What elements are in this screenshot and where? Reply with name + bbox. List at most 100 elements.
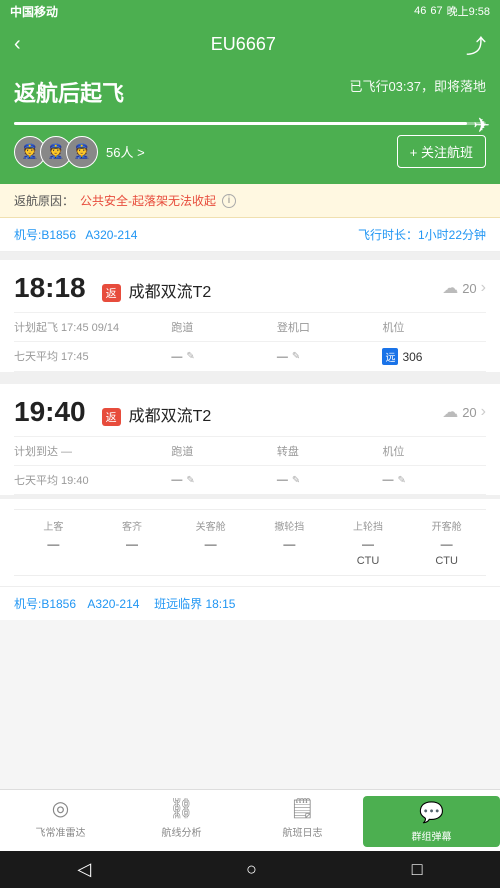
ops-full: 客齐 — — [93, 518, 172, 567]
ops-wheel-off-value: — — [250, 537, 329, 551]
runway-dep: — ✎ — [171, 348, 275, 365]
runway-edit-arr[interactable]: ✎ — [186, 475, 194, 486]
ops-open-cabin-value: — — [407, 537, 486, 551]
share-button[interactable]: ⤴ — [466, 30, 486, 59]
flight-duration: 飞行时长：1小时22分钟 — [358, 226, 486, 243]
people-count[interactable]: 56人 > — [106, 142, 145, 161]
android-back[interactable]: ◁ — [77, 859, 91, 880]
carrier-label: 中国移动 — [10, 3, 58, 20]
return-reason-value: 公共安全-起落架无法收起 — [80, 192, 216, 209]
plane-icon: ✈ — [473, 113, 490, 138]
avatar-3: 👮 — [66, 136, 98, 168]
arrival-badge: 返 — [102, 408, 121, 426]
scheduled-departure-label: 计划起飞 17:45 09/14 — [14, 319, 169, 335]
page-title: EU6667 — [211, 34, 276, 55]
scheduled-arrival-label: 计划到达 — — [14, 443, 169, 459]
ops-close-cabin-value: — — [171, 537, 250, 551]
nav-radar[interactable]: ◎ 飞常准雷达 — [0, 796, 121, 847]
ops-wheel-off: 撤轮挡 — — [250, 518, 329, 567]
ops-open-cabin-tag: CTU — [407, 555, 486, 567]
stand-edit-arr[interactable]: ✎ — [397, 475, 405, 486]
log-icon: 🗒 — [290, 796, 315, 821]
flight-info-bar: 机号:B1856 A320-214 飞行时长：1小时22分钟 — [0, 218, 500, 252]
plane-model: A320-214 — [85, 228, 137, 242]
ops-wheel-on-label: 上轮挡 — [329, 518, 408, 533]
carousel-arr: — ✎ — [277, 472, 381, 488]
log-label: 航班日志 — [283, 824, 323, 839]
ops-grid: 上客 — 客齐 — 关客舱 — 撤轮挡 — 上轮挡 — CTU 开客舱 — CT… — [14, 509, 486, 576]
ops-full-label: 客齐 — [93, 518, 172, 533]
chat-icon: 💬 — [419, 800, 444, 825]
col1-header-arr: 跑道 — [171, 443, 275, 459]
ops-boarding: 上客 — — [14, 518, 93, 567]
gate-dep: — ✎ — [277, 348, 381, 365]
ops-boarding-value: — — [14, 537, 93, 551]
stand-badge-dep: 远 — [382, 348, 398, 365]
flight-status: 返航后起飞 — [14, 76, 124, 108]
weather-icon-arr: ☁ — [442, 402, 458, 422]
progress-fill — [14, 122, 467, 125]
radar-label: 飞常准雷达 — [36, 824, 86, 839]
ops-wheel-on-value: — — [329, 537, 408, 551]
progress-bar: ✈ — [14, 122, 486, 125]
nav-chat[interactable]: 💬 群组弹幕 — [363, 796, 500, 847]
route-label: 航线分析 — [162, 824, 202, 839]
segment-departure: 18:18 返 成都双流T2 ☁ 20 › 计划起飞 17:45 09/14 跑… — [0, 260, 500, 372]
bottom-info: 机号:B1856 A320-214 班远临界 18:15 — [0, 586, 500, 620]
bottom-plane: 机号:B1856 — [14, 595, 76, 612]
temp-arr: 20 — [462, 405, 476, 420]
info-icon[interactable]: i — [222, 194, 236, 208]
follow-button[interactable]: + 关注航班 — [397, 135, 486, 168]
ops-section: 上客 — 客齐 — 关客舱 — 撤轮挡 — 上轮挡 — CTU 开客舱 — CT… — [0, 499, 500, 586]
crew-avatars: 👮 👮 👮 — [14, 136, 98, 168]
temp-dep: 20 — [462, 281, 476, 296]
arrival-airport: 成都双流T2 — [129, 402, 212, 426]
col3-header-dep: 机位 — [382, 319, 486, 335]
seven-day-avg-dep: 七天平均 17:45 — [14, 348, 169, 365]
stand-dep: 远 306 — [382, 348, 486, 365]
android-recent[interactable]: □ — [412, 859, 423, 880]
hero-section: 返航后起飞 已飞行03:37，即将落地 ✈ 👮 👮 👮 56人 > + 关注航班 — [0, 66, 500, 184]
android-home[interactable]: ○ — [246, 859, 257, 880]
android-nav: ◁ ○ □ — [0, 851, 500, 888]
plane-number-label: 机号:B1856 — [14, 228, 76, 242]
arrival-time: 19:40 — [14, 396, 86, 428]
radar-icon: ◎ — [52, 796, 69, 821]
runway-arr: — ✎ — [171, 472, 275, 488]
divider-1 — [0, 252, 500, 260]
ops-wheel-on-tag: CTU — [329, 555, 408, 567]
chevron-dep[interactable]: › — [481, 279, 486, 297]
chat-label: 群组弹幕 — [412, 828, 452, 843]
col1-header-dep: 跑道 — [171, 319, 275, 335]
col2-header-arr: 转盘 — [277, 443, 381, 459]
plane-number: 机号:B1856 A320-214 — [14, 226, 137, 243]
nav-log[interactable]: 🗒 航班日志 — [242, 796, 363, 847]
ops-open-cabin: 开客舱 — CTU — [407, 518, 486, 567]
col2-header-dep: 登机口 — [277, 319, 381, 335]
col3-header-arr: 机位 — [382, 443, 486, 459]
route-icon: ⛓ — [169, 796, 194, 821]
runway-edit-dep[interactable]: ✎ — [186, 351, 194, 362]
back-button[interactable]: ‹ — [14, 33, 21, 56]
nav-route[interactable]: ⛓ 航线分析 — [121, 796, 242, 847]
weather-icon-dep: ☁ — [442, 278, 458, 298]
status-right: 46 67 晚上9:58 — [414, 3, 490, 19]
signal-label: 46 — [414, 5, 426, 17]
ops-close-cabin-label: 关客舱 — [171, 518, 250, 533]
ops-boarding-label: 上客 — [14, 518, 93, 533]
bottom-model: A320-214 — [87, 597, 139, 611]
header: ‹ EU6667 ⤴ — [0, 22, 500, 66]
return-reason-label: 返航原因： — [14, 192, 74, 209]
departure-badge: 返 — [102, 284, 121, 302]
departure-airport: 成都双流T2 — [129, 278, 212, 302]
time-label: 晚上9:58 — [447, 3, 490, 19]
gate-edit-dep[interactable]: ✎ — [292, 351, 300, 362]
ops-open-cabin-label: 开客舱 — [407, 518, 486, 533]
divider-2 — [0, 372, 500, 384]
return-reason-bar: 返航原因： 公共安全-起落架无法收起 i — [0, 184, 500, 218]
segment-arrival: 19:40 返 成都双流T2 ☁ 20 › 计划到达 — 跑道 转盘 机位 七天… — [0, 384, 500, 495]
chevron-arr[interactable]: › — [481, 403, 486, 421]
status-bar: 中国移动 46 67 晚上9:58 — [0, 0, 500, 22]
carousel-edit-arr[interactable]: ✎ — [292, 475, 300, 486]
stand-arr: — ✎ — [382, 472, 486, 488]
